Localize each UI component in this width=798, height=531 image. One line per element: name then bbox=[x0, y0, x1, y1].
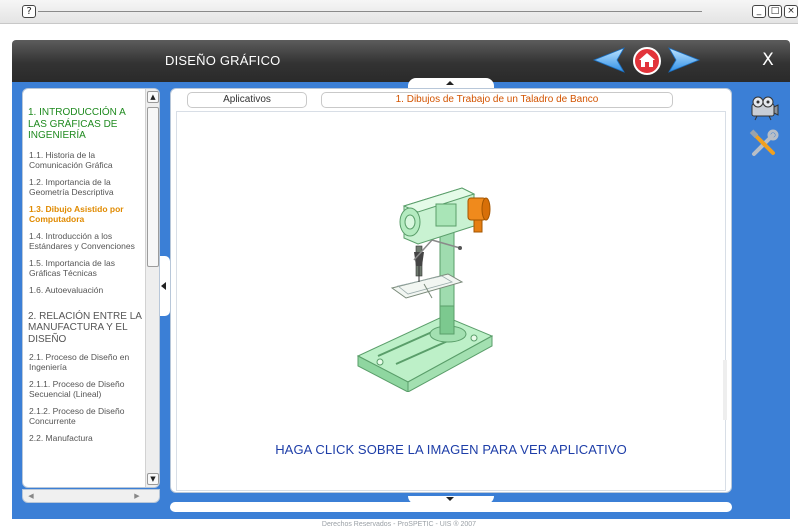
sidebar-section[interactable]: 1. INTRODUCCIÓN A LAS GRÁFICAS DE INGENI… bbox=[28, 107, 142, 142]
copyright-footer: Derechos Reservados - ProSPETIC - UIS ® … bbox=[0, 519, 798, 531]
tools-icon[interactable] bbox=[749, 129, 779, 159]
content-scroll-track bbox=[723, 360, 727, 420]
help-button[interactable]: ? bbox=[22, 5, 36, 18]
drill-press-image[interactable] bbox=[352, 186, 496, 392]
minimize-button[interactable]: _ bbox=[752, 5, 766, 18]
sidebar-item[interactable]: 1.1. Historia de la Comunicación Gráfica bbox=[28, 150, 142, 170]
sidebar-item[interactable]: 1.5. Importancia de las Gráficas Técnica… bbox=[28, 258, 142, 278]
projector-icon[interactable] bbox=[749, 95, 779, 121]
scroll-down-icon[interactable]: ▼ bbox=[147, 473, 159, 485]
sidebar-item[interactable]: 2.1.1. Proceso de Diseño Secuencial (Lin… bbox=[28, 379, 142, 399]
collapse-left-icon bbox=[161, 282, 166, 290]
collapse-top-tab[interactable] bbox=[408, 78, 494, 88]
course-title: DISEÑO GRÁFICO bbox=[165, 53, 281, 68]
scroll-thumb[interactable] bbox=[147, 107, 159, 267]
scroll-up-icon[interactable]: ▲ bbox=[147, 91, 159, 103]
close-course-button[interactable]: X bbox=[758, 50, 778, 70]
sidebar-item[interactable]: 2.2. Manufactura bbox=[28, 433, 142, 443]
window-close-button[interactable]: × bbox=[784, 5, 798, 18]
maximize-button[interactable]: □ bbox=[768, 5, 782, 18]
sidebar-horizontal-scrollbar[interactable]: ◀ ▶ bbox=[22, 489, 160, 503]
sidebar-item[interactable]: 1.4. Introducción a los Estándares y Con… bbox=[28, 231, 142, 251]
collapse-down-icon bbox=[446, 497, 454, 501]
scroll-right-icon[interactable]: ▶ bbox=[131, 491, 143, 502]
home-icon[interactable] bbox=[632, 46, 662, 76]
window-title-strip: ? _ □ × bbox=[0, 0, 798, 24]
content-title: 1. Dibujos de Trabajo de un Taladro de B… bbox=[321, 92, 673, 108]
sidebar-vertical-scrollbar[interactable]: ▲ ▼ bbox=[145, 89, 159, 487]
sidebar-item[interactable]: 1.3. Dibujo Asistido por Computadora bbox=[28, 204, 142, 224]
tab-aplicativos[interactable]: Aplicativos bbox=[187, 92, 307, 108]
scroll-left-icon[interactable]: ◀ bbox=[25, 491, 37, 502]
sidebar-item[interactable]: 1.6. Autoevaluación bbox=[28, 285, 142, 295]
collapse-sidebar-tab[interactable] bbox=[160, 256, 170, 316]
tools-panel bbox=[745, 95, 785, 165]
title-strip-line bbox=[38, 11, 702, 12]
open-app-prompt[interactable]: HAGA CLICK SOBRE LA IMAGEN PARA VER APLI… bbox=[176, 442, 726, 457]
sidebar-toc: 1. INTRODUCCIÓN A LAS GRÁFICAS DE INGENI… bbox=[22, 88, 160, 488]
sidebar-item[interactable]: 2.1.2. Proceso de Diseño Concurrente bbox=[28, 406, 142, 426]
app-window: ? _ □ × DISEÑO GRÁFICO X 1. INTRODUCCIÓN… bbox=[0, 0, 798, 531]
previous-arrow-icon[interactable] bbox=[592, 46, 626, 74]
collapse-bottom-tab[interactable] bbox=[408, 496, 494, 504]
course-header: DISEÑO GRÁFICO X bbox=[12, 40, 790, 82]
next-arrow-icon[interactable] bbox=[667, 46, 701, 74]
sidebar-section[interactable]: 2. RELACIÓN ENTRE LA MANUFACTURA Y EL DI… bbox=[28, 311, 142, 346]
collapse-up-icon bbox=[446, 81, 454, 85]
sidebar-list: 1. INTRODUCCIÓN A LAS GRÁFICAS DE INGENI… bbox=[23, 89, 146, 487]
sidebar-item[interactable]: 2.1. Proceso de Diseño en Ingeniería bbox=[28, 352, 142, 372]
sidebar-item[interactable]: 1.2. Importancia de la Geometría Descrip… bbox=[28, 177, 142, 197]
